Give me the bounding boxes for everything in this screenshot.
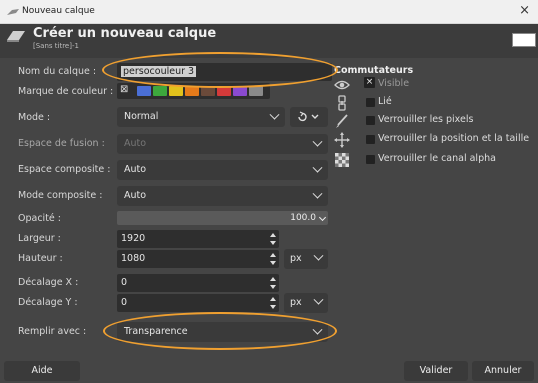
spin-arrows-icon[interactable] xyxy=(270,296,276,310)
layer-name-input[interactable]: persocouleur 3 xyxy=(117,63,332,81)
composite-mode-value: Auto xyxy=(124,190,147,201)
switch-linked-label: Lié xyxy=(378,96,392,107)
composite-mode-label: Mode composite : xyxy=(18,190,103,201)
opacity-slider[interactable]: 100.0 xyxy=(117,211,328,225)
mode-value: Normal xyxy=(124,111,159,122)
composite-mode-select[interactable]: Auto xyxy=(117,186,328,206)
switch-lock-alpha-label: Verrouiller le canal alpha xyxy=(378,153,496,164)
chevron-down-icon xyxy=(312,324,323,335)
color-tag-swatch[interactable] xyxy=(201,86,215,96)
color-tag-swatch[interactable] xyxy=(169,86,183,96)
switch-lock-position-label: Verrouiller la position et la taille xyxy=(378,133,530,144)
chain-icon xyxy=(338,95,346,111)
lock-alpha-checkbox[interactable] xyxy=(366,155,375,164)
height-label: Hauteur : xyxy=(18,253,63,264)
dialog-header: Créer un nouveau calque [Sans titre]-1 xyxy=(0,24,538,58)
layer-icon xyxy=(7,31,25,42)
brush-icon xyxy=(336,114,348,128)
lock-pixels-checkbox[interactable] xyxy=(366,116,375,125)
opacity-value: 100.0 xyxy=(290,213,316,223)
size-unit-value: px xyxy=(290,253,302,264)
offset-y-input[interactable]: 0 xyxy=(117,294,279,312)
cancel-button[interactable]: Annuler xyxy=(472,361,534,381)
blend-space-value: Auto xyxy=(124,138,147,149)
fill-value: Transparence xyxy=(124,326,188,337)
lock-position-checkbox[interactable] xyxy=(366,135,375,144)
width-input[interactable]: 1920 xyxy=(117,230,279,248)
chevron-down-icon xyxy=(313,294,324,305)
mode-select[interactable]: Normal xyxy=(117,107,285,127)
ok-button[interactable]: Valider xyxy=(404,361,468,381)
offset-x-value: 0 xyxy=(121,277,128,288)
offset-x-label: Décalage X : xyxy=(18,277,79,288)
image-name: [Sans titre]-1 xyxy=(33,42,79,50)
opacity-label: Opacité : xyxy=(18,213,61,224)
color-tag-swatch[interactable] xyxy=(153,86,167,96)
switch-visible-label: Visible xyxy=(378,78,410,89)
close-icon[interactable]: × xyxy=(519,3,530,18)
layer-name-label: Nom du calque : xyxy=(18,66,97,77)
checker-icon xyxy=(335,153,349,167)
visible-checkbox[interactable]: × xyxy=(364,77,375,88)
chevron-down-icon xyxy=(269,109,280,120)
mode-label: Mode : xyxy=(18,112,51,123)
color-tag-swatch[interactable] xyxy=(233,86,247,96)
move-icon xyxy=(334,132,350,148)
height-value: 1080 xyxy=(121,253,146,264)
chevron-down-icon xyxy=(313,250,324,261)
layer-preview xyxy=(512,33,536,47)
offset-y-value: 0 xyxy=(121,297,128,308)
height-input[interactable]: 1080 xyxy=(117,250,279,268)
spin-arrows-icon[interactable] xyxy=(270,276,276,290)
color-tag-swatch[interactable] xyxy=(137,86,151,96)
color-tag-selector: ⊠ xyxy=(117,83,270,99)
blend-space-label: Espace de fusion : xyxy=(18,138,105,149)
chevron-down-icon xyxy=(312,188,323,199)
switch-lock-pixels-label: Verrouiller les pixels xyxy=(378,114,474,125)
fill-select[interactable]: Transparence xyxy=(117,322,328,342)
help-button[interactable]: Aide xyxy=(4,361,80,381)
fill-label: Remplir avec : xyxy=(18,326,87,337)
color-tag-swatch[interactable] xyxy=(185,86,199,96)
blend-space-select[interactable]: Auto xyxy=(117,134,328,154)
offset-y-label: Décalage Y : xyxy=(18,297,78,308)
eye-icon xyxy=(334,80,350,90)
dialog-title: Créer un nouveau calque xyxy=(33,26,217,41)
spin-arrows-icon[interactable] xyxy=(270,252,276,266)
window-title: Nouveau calque xyxy=(22,6,95,16)
layer-name-value: persocouleur 3 xyxy=(121,66,197,77)
no-color-tag-icon[interactable]: ⊠ xyxy=(120,84,128,95)
width-value: 1920 xyxy=(121,233,146,244)
width-label: Largeur : xyxy=(18,233,61,244)
offset-x-input[interactable]: 0 xyxy=(117,274,279,292)
offset-unit-value: px xyxy=(290,297,302,308)
gimp-app-icon xyxy=(7,9,19,15)
window-titlebar: Nouveau calque × xyxy=(0,0,538,24)
color-tag-label: Marque de couleur : xyxy=(18,86,114,97)
color-tag-swatch[interactable] xyxy=(217,86,231,96)
color-tag-swatch[interactable] xyxy=(249,86,263,96)
new-layer-dialog: Créer un nouveau calque [Sans titre]-1 N… xyxy=(0,24,538,383)
composite-space-select[interactable]: Auto xyxy=(117,160,328,180)
composite-space-label: Espace composite : xyxy=(18,164,111,175)
composite-space-value: Auto xyxy=(124,164,147,175)
chevron-down-icon xyxy=(312,136,323,147)
mode-switch-button[interactable] xyxy=(290,107,328,127)
switches-title: Commutateurs xyxy=(334,65,414,76)
linked-checkbox[interactable] xyxy=(366,98,375,107)
chevron-down-icon xyxy=(312,162,323,173)
size-unit-select[interactable]: px xyxy=(284,249,328,269)
spin-arrows-icon[interactable] xyxy=(270,232,276,246)
mode-switch-icon xyxy=(298,111,319,122)
offset-unit-select[interactable]: px xyxy=(284,293,328,313)
chevron-down-icon xyxy=(318,213,327,222)
